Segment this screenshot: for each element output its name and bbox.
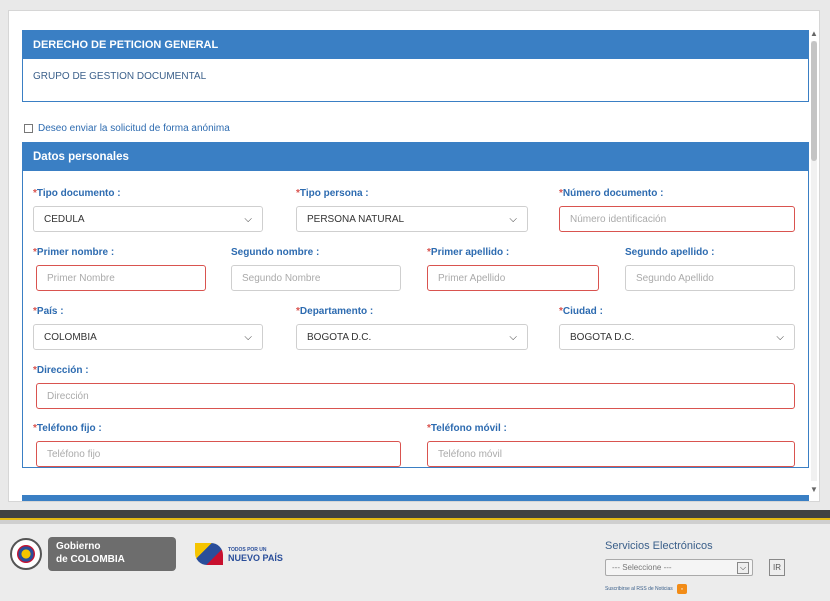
telefono-fijo-label: *Teléfono fijo : xyxy=(33,423,102,434)
departamento-select[interactable]: BOGOTA D.C. ⌵ xyxy=(296,324,528,350)
gobierno-line1: Gobierno xyxy=(56,541,101,552)
site-footer: Gobierno de COLOMBIA TODOS POR UN NUEVO … xyxy=(0,510,830,601)
telefono-fijo-label-text: Teléfono fijo : xyxy=(36,423,102,434)
nuevo-pais-text: TODOS POR UN NUEVO PAÍS xyxy=(228,546,283,563)
scrollbar[interactable]: ▲ ▼ xyxy=(809,29,819,495)
services-select-value: --- Seleccione --- xyxy=(612,563,672,572)
scroll-thumb[interactable] xyxy=(811,41,817,161)
departamento-label: *Departamento : xyxy=(296,306,373,317)
scroll-track[interactable] xyxy=(811,41,817,481)
nuevo-pais-logo[interactable]: TODOS POR UN NUEVO PAÍS xyxy=(195,540,305,568)
telefono-movil-label: *Teléfono móvil : xyxy=(427,423,507,434)
rss-label: Suscribirse al RSS de Noticias xyxy=(605,586,673,592)
tipo-persona-label-text: Tipo persona : xyxy=(299,188,369,199)
telefono-movil-input[interactable]: Teléfono móvil xyxy=(427,441,795,467)
direccion-label: *Dirección : xyxy=(33,365,89,376)
ciudad-value: BOGOTA D.C. xyxy=(570,331,635,343)
telefono-movil-label-text: Teléfono móvil : xyxy=(430,423,507,434)
electronic-services: Servicios Electrónicos --- Seleccione --… xyxy=(605,540,805,594)
primer-nombre-input[interactable]: Primer Nombre xyxy=(36,265,206,291)
rss-icon: ◦ xyxy=(676,584,687,594)
pais-select[interactable]: COLOMBIA ⌵ xyxy=(33,324,263,350)
anonymous-option[interactable]: Deseo enviar la solicitud de forma anóni… xyxy=(24,123,230,134)
tipo-documento-value: CEDULA xyxy=(44,213,85,225)
services-select[interactable]: --- Seleccione --- ⌵ xyxy=(605,559,753,576)
telefono-fijo-input[interactable]: Teléfono fijo xyxy=(36,441,401,467)
chevron-down-icon: ⌵ xyxy=(776,331,784,343)
tipo-persona-select[interactable]: PERSONA NATURAL ⌵ xyxy=(296,206,528,232)
footer-grey-strip xyxy=(0,520,830,524)
segundo-apellido-input[interactable]: Segundo Apellido xyxy=(625,265,795,291)
tipo-persona-value: PERSONA NATURAL xyxy=(307,213,405,225)
departamento-value: BOGOTA D.C. xyxy=(307,331,372,343)
numero-documento-label-text: Número documento : xyxy=(562,188,664,199)
request-type-title: DERECHO DE PETICION GENERAL xyxy=(23,31,808,59)
chevron-down-icon: ⌵ xyxy=(244,331,252,343)
pais-label-text: País : xyxy=(36,306,64,317)
scroll-up-icon[interactable]: ▲ xyxy=(809,29,819,39)
go-button[interactable]: IR xyxy=(769,559,785,576)
flag-swoosh-icon xyxy=(195,543,223,565)
primer-nombre-label-text: Primer nombre : xyxy=(36,247,115,258)
gobierno-logo-box: Gobierno de COLOMBIA xyxy=(48,537,176,571)
chevron-down-icon: ⌵ xyxy=(737,561,749,574)
pais-label: *País : xyxy=(33,306,64,317)
direccion-label-text: Dirección : xyxy=(36,365,89,376)
gobierno-colombia-logo[interactable]: Gobierno de COLOMBIA xyxy=(10,534,182,574)
chevron-down-icon: ⌵ xyxy=(509,331,517,343)
segundo-nombre-input[interactable]: Segundo Nombre xyxy=(231,265,401,291)
request-group-text: GRUPO DE GESTION DOCUMENTAL xyxy=(33,71,207,82)
tipo-documento-select[interactable]: CEDULA ⌵ xyxy=(33,206,263,232)
next-section-panel xyxy=(22,495,809,501)
request-type-panel: DERECHO DE PETICION GENERAL GRUPO DE GES… xyxy=(22,30,809,102)
tipo-documento-label-text: Tipo documento : xyxy=(36,188,121,199)
rss-link[interactable]: Suscribirse al RSS de Noticias ◦ xyxy=(605,584,805,594)
services-row: --- Seleccione --- ⌵ IR xyxy=(605,559,805,576)
primer-nombre-label: *Primer nombre : xyxy=(33,247,114,258)
chevron-down-icon: ⌵ xyxy=(509,213,517,225)
primer-apellido-label-text: Primer apellido : xyxy=(430,247,510,258)
anonymous-label: Deseo enviar la solicitud de forma anóni… xyxy=(38,123,230,134)
numero-documento-label: *Número documento : xyxy=(559,188,663,199)
segundo-nombre-label: Segundo nombre : xyxy=(231,247,320,258)
personal-data-panel: Datos personales *Tipo documento : CEDUL… xyxy=(22,142,809,468)
tipo-documento-label: *Tipo documento : xyxy=(33,188,121,199)
anonymous-checkbox[interactable] xyxy=(24,124,33,133)
request-form-modal: ▲ ▼ DERECHO DE PETICION GENERAL GRUPO DE… xyxy=(8,10,820,502)
primer-apellido-input[interactable]: Primer Apellido xyxy=(427,265,599,291)
pais-value: COLOMBIA xyxy=(44,331,97,343)
numero-documento-input[interactable]: Número identificación xyxy=(559,206,795,232)
next-section-header xyxy=(23,496,808,501)
ciudad-select[interactable]: BOGOTA D.C. ⌵ xyxy=(559,324,795,350)
direccion-input[interactable]: Dirección xyxy=(36,383,795,409)
gobierno-line2: de COLOMBIA xyxy=(56,554,125,565)
colombia-seal-icon xyxy=(10,538,42,570)
nuevo-line2: NUEVO PAÍS xyxy=(228,553,283,563)
ciudad-label-text: Ciudad : xyxy=(562,306,603,317)
personal-data-title: Datos personales xyxy=(23,143,808,171)
primer-apellido-label: *Primer apellido : xyxy=(427,247,509,258)
chevron-down-icon: ⌵ xyxy=(244,213,252,225)
ciudad-label: *Ciudad : xyxy=(559,306,603,317)
footer-dark-band xyxy=(0,510,830,518)
services-title: Servicios Electrónicos xyxy=(605,540,713,552)
tipo-persona-label: *Tipo persona : xyxy=(296,188,369,199)
segundo-apellido-label: Segundo apellido : xyxy=(625,247,715,258)
scroll-down-icon[interactable]: ▼ xyxy=(809,485,819,495)
departamento-label-text: Departamento : xyxy=(299,306,374,317)
